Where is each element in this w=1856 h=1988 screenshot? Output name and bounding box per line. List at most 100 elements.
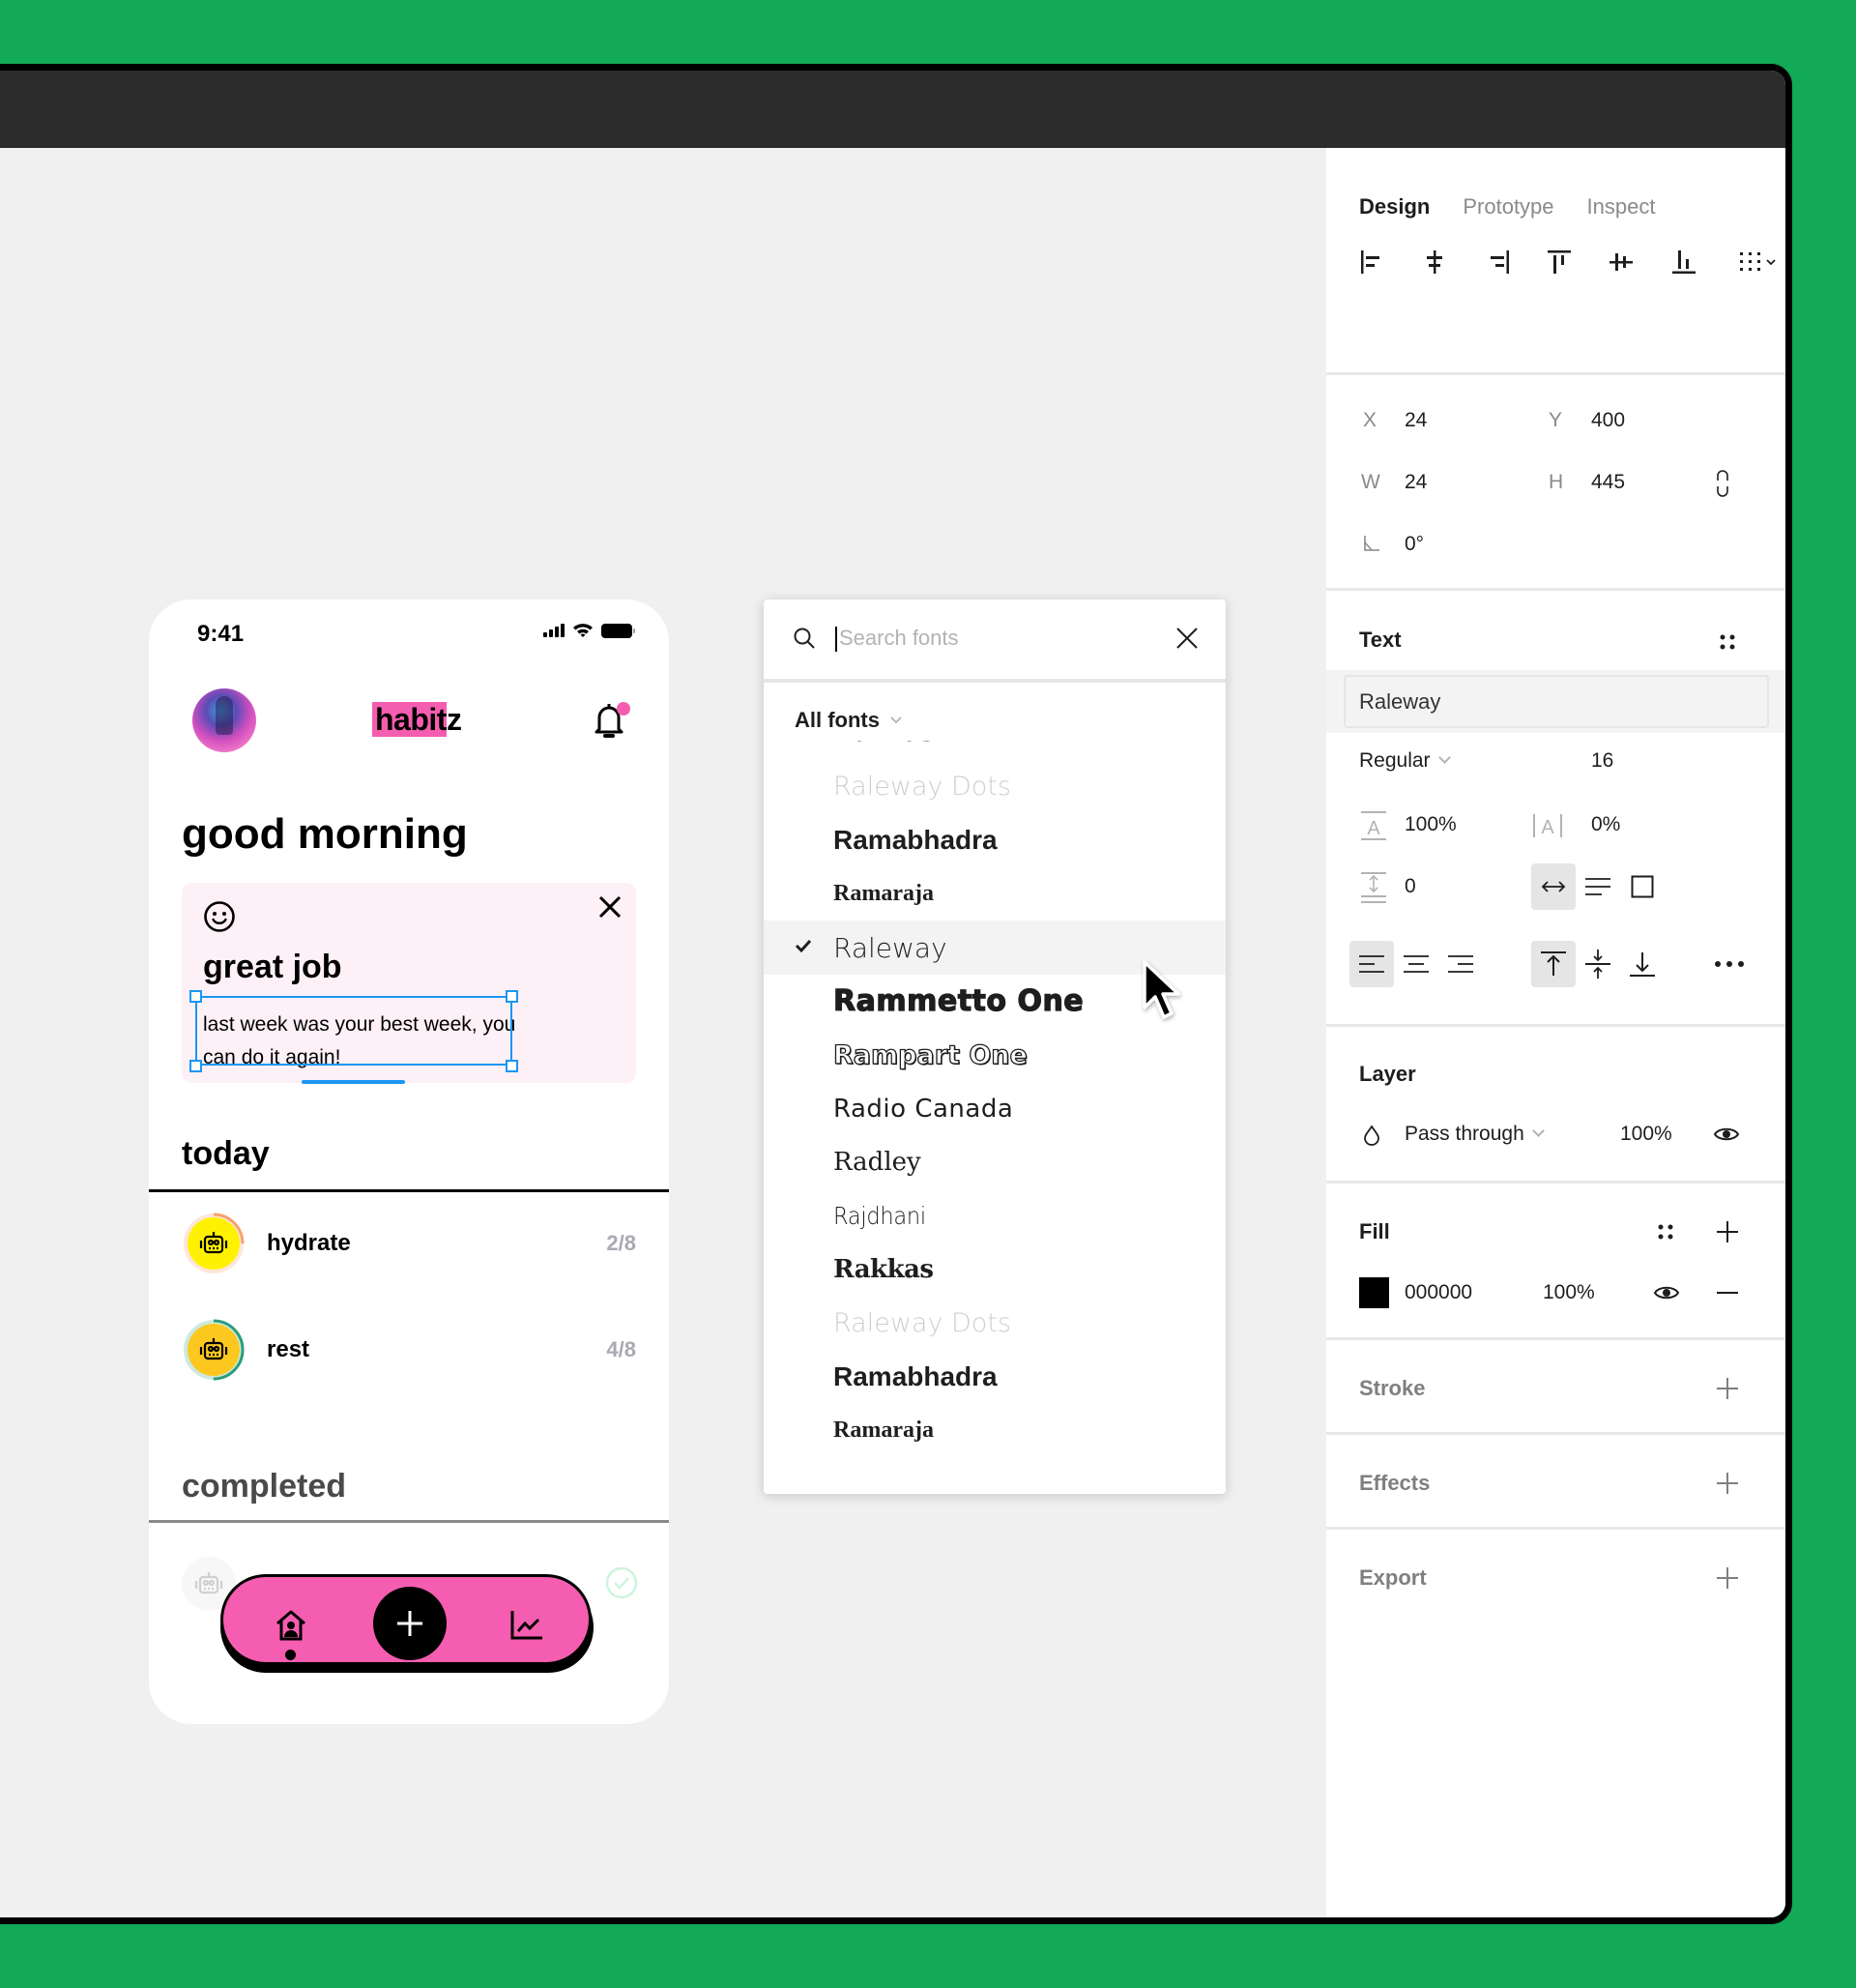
font-option[interactable]: Ramabhadra <box>764 1350 1226 1404</box>
font-option-label: Ramabhadra <box>833 825 998 855</box>
align-text-top-button[interactable] <box>1531 941 1576 987</box>
add-export-button[interactable] <box>1711 1562 1744 1594</box>
fill-visibility-button[interactable] <box>1649 1277 1684 1308</box>
font-option[interactable]: Rakkas <box>764 741 1226 760</box>
rotation-input[interactable]: 0° <box>1405 533 1424 556</box>
y-input[interactable]: 400 <box>1591 409 1625 432</box>
plus-icon <box>1717 1221 1738 1242</box>
minus-icon <box>1717 1292 1738 1294</box>
align-top-button[interactable] <box>1542 243 1577 281</box>
text-selection-box[interactable] <box>195 996 512 1066</box>
more-horizontal-icon <box>1715 961 1744 967</box>
habit-row[interactable]: hydrate 2/8 <box>182 1212 636 1275</box>
fill-hex-input[interactable]: 000000 <box>1405 1281 1472 1304</box>
font-option[interactable]: Raleway Dots <box>764 760 1226 814</box>
add-fill-button[interactable] <box>1711 1215 1744 1248</box>
h-input[interactable]: 445 <box>1591 471 1625 494</box>
greeting-heading: good morning <box>182 810 468 858</box>
close-card-icon[interactable] <box>597 894 623 920</box>
phone-frame[interactable]: 9:41 habitz good morning great job last … <box>149 599 669 1724</box>
font-search-input[interactable] <box>839 621 1129 656</box>
chart-icon[interactable] <box>509 1610 544 1641</box>
align-right-button[interactable] <box>1480 243 1515 281</box>
close-icon[interactable] <box>1175 627 1199 650</box>
resize-handle-bottom-right[interactable] <box>506 1060 518 1072</box>
resize-handle-bottom-left[interactable] <box>189 1060 202 1072</box>
blend-mode-select[interactable]: Pass through <box>1405 1123 1545 1146</box>
resize-handle-top-right[interactable] <box>506 990 518 1003</box>
auto-width-button[interactable] <box>1531 863 1576 910</box>
more-text-options-button[interactable] <box>1707 941 1752 987</box>
font-option-label: Ramaraja <box>833 881 934 906</box>
font-size-input[interactable]: 16 <box>1591 749 1613 773</box>
plus-icon <box>1717 1473 1738 1494</box>
layer-visibility-button[interactable] <box>1709 1119 1744 1150</box>
layer-opacity-input[interactable]: 100% <box>1620 1123 1672 1146</box>
tab-prototype[interactable]: Prototype <box>1463 194 1553 219</box>
font-option-label: Radley <box>833 1148 921 1177</box>
align-horizontal-center-button[interactable] <box>1417 243 1452 281</box>
font-option[interactable]: Radley <box>764 1135 1226 1189</box>
font-option[interactable]: Ramaraja <box>764 1404 1226 1458</box>
chevron-down-icon <box>1437 750 1451 764</box>
divider <box>1326 372 1785 375</box>
font-option[interactable]: Rajdhani <box>764 1189 1226 1243</box>
font-option[interactable]: Ramaraja <box>764 867 1226 921</box>
add-habit-button[interactable] <box>373 1587 447 1660</box>
battery-icon <box>601 623 635 638</box>
user-avatar[interactable] <box>192 688 256 752</box>
text-align-right-button[interactable] <box>1438 941 1483 987</box>
font-option[interactable]: Radio Canada <box>764 1082 1226 1136</box>
divider <box>1326 1432 1785 1435</box>
paragraph-spacing-input[interactable]: 0 <box>1405 875 1416 898</box>
habit-ring-hydrate <box>183 1213 245 1274</box>
square-icon <box>1631 875 1654 898</box>
tab-design[interactable]: Design <box>1359 194 1430 219</box>
x-input[interactable]: 24 <box>1405 409 1427 432</box>
resize-handle-top-left[interactable] <box>189 990 202 1003</box>
wifi-icon <box>573 624 593 637</box>
home-icon[interactable] <box>274 1608 308 1643</box>
font-option[interactable]: Rakkas <box>764 1242 1226 1297</box>
text-align-left-icon <box>1359 955 1384 973</box>
text-align-center-button[interactable] <box>1394 941 1438 987</box>
align-vertical-center-button[interactable] <box>1604 243 1638 281</box>
text-styles-button[interactable] <box>1711 626 1744 658</box>
constrain-proportions-button[interactable] <box>1711 467 1734 500</box>
font-option[interactable]: Ramabhadra <box>764 813 1226 867</box>
remove-fill-button[interactable] <box>1711 1277 1744 1308</box>
distribute-menu-button[interactable] <box>1730 243 1784 281</box>
auto-height-button[interactable] <box>1576 863 1620 910</box>
fill-opacity-input[interactable]: 100% <box>1543 1281 1595 1304</box>
fixed-size-button[interactable] <box>1620 863 1665 910</box>
text-align-left-button[interactable] <box>1349 941 1394 987</box>
fill-styles-button[interactable] <box>1649 1215 1682 1248</box>
font-weight-select[interactable]: Regular <box>1359 749 1451 773</box>
font-family-field[interactable]: Raleway <box>1344 675 1769 728</box>
eye-icon <box>1713 1127 1740 1141</box>
tab-inspect[interactable]: Inspect <box>1587 194 1656 219</box>
font-list[interactable]: Rakkas Raleway Dots Ramabhadra Ramaraja Rale… <box>764 741 1226 1494</box>
add-effect-button[interactable] <box>1711 1467 1744 1500</box>
today-divider <box>149 1189 669 1192</box>
fill-color-swatch[interactable] <box>1359 1277 1389 1308</box>
habit-row[interactable]: rest 4/8 <box>182 1318 636 1382</box>
align-left-button[interactable] <box>1355 243 1390 281</box>
app-logo: habitz <box>372 702 462 738</box>
align-bottom-button[interactable] <box>1667 243 1701 281</box>
font-option-label: Rammetto One <box>832 983 1085 1018</box>
line-height-input[interactable]: 100% <box>1405 813 1457 836</box>
divider <box>1326 1337 1785 1340</box>
divider <box>1326 1024 1785 1027</box>
plus-icon <box>1717 1378 1738 1399</box>
align-text-middle-button[interactable] <box>1576 941 1620 987</box>
font-option[interactable]: Raleway Dots <box>764 1297 1226 1351</box>
selection-size-indicator <box>302 1080 405 1084</box>
font-filter-select[interactable]: All fonts <box>795 708 903 733</box>
add-stroke-button[interactable] <box>1711 1372 1744 1405</box>
font-option[interactable]: Rampart One <box>764 1028 1226 1082</box>
letter-spacing-input[interactable]: 0% <box>1591 813 1620 836</box>
w-input[interactable]: 24 <box>1405 471 1427 494</box>
align-text-bottom-button[interactable] <box>1620 941 1665 987</box>
letter-spacing-icon: A <box>1533 814 1562 838</box>
